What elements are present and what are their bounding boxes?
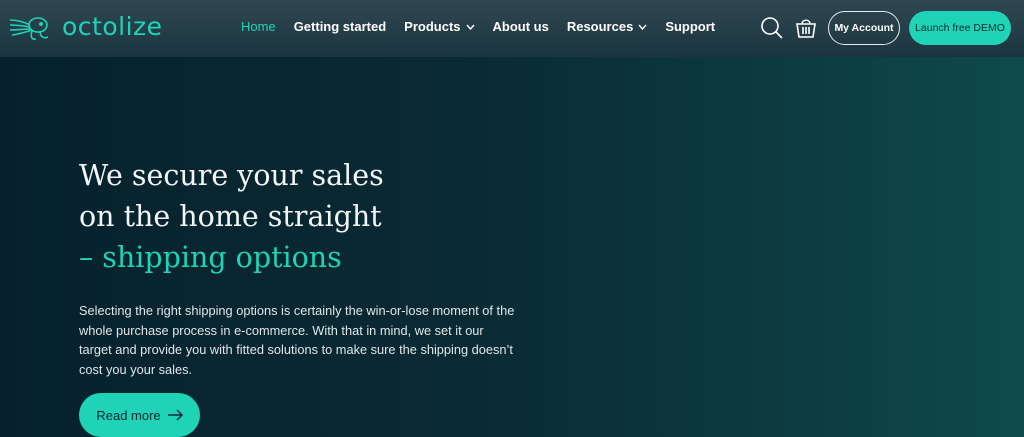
- hero-section: We secure your sales on the home straigh…: [79, 155, 539, 392]
- hero-title-line-1: We secure your sales: [79, 159, 384, 192]
- nav-item-resources[interactable]: Resources: [567, 19, 647, 34]
- nav-label: Getting started: [293, 19, 387, 34]
- chevron-down-icon: [465, 24, 475, 30]
- site-header: octolize Home Getting started Products A…: [0, 0, 1024, 57]
- my-account-button[interactable]: My Account: [828, 11, 900, 45]
- nav-item-support[interactable]: Support: [665, 19, 715, 34]
- nav-item-getting-started[interactable]: Getting started: [294, 19, 386, 34]
- page: octolize Home Getting started Products A…: [0, 0, 1024, 437]
- brand-name: octolize: [62, 12, 163, 41]
- nav-label: Home: [241, 19, 276, 34]
- search-button[interactable]: [760, 16, 784, 40]
- nav-item-about-us[interactable]: About us: [493, 19, 549, 34]
- hero-title-line-2: on the home straight: [79, 200, 382, 233]
- hero-description: Selecting the right shipping options is …: [79, 303, 515, 377]
- main-nav: Home Getting started Products About us R…: [241, 19, 715, 34]
- nav-label: Support: [665, 19, 716, 34]
- hero-title-accent: – shipping options: [79, 241, 342, 274]
- octopus-logo-icon: [9, 17, 49, 40]
- shopping-basket-icon: [796, 19, 816, 38]
- search-icon: [761, 17, 783, 39]
- read-more-label: Read more: [96, 407, 161, 423]
- nav-label: Resources: [566, 19, 634, 34]
- launch-demo-button[interactable]: Launch free DEMO: [909, 11, 1011, 45]
- nav-label: Products: [404, 19, 461, 34]
- hero-title: We secure your sales on the home straigh…: [79, 155, 539, 278]
- nav-label: About us: [492, 19, 549, 34]
- brand-logo[interactable]: octolize: [8, 10, 163, 44]
- nav-item-products[interactable]: Products: [404, 19, 475, 34]
- chevron-down-icon: [638, 24, 647, 30]
- cart-button[interactable]: [794, 16, 818, 40]
- nav-item-home[interactable]: Home: [241, 19, 276, 34]
- arrow-right-icon: [167, 409, 183, 421]
- read-more-button[interactable]: Read more: [79, 393, 200, 437]
